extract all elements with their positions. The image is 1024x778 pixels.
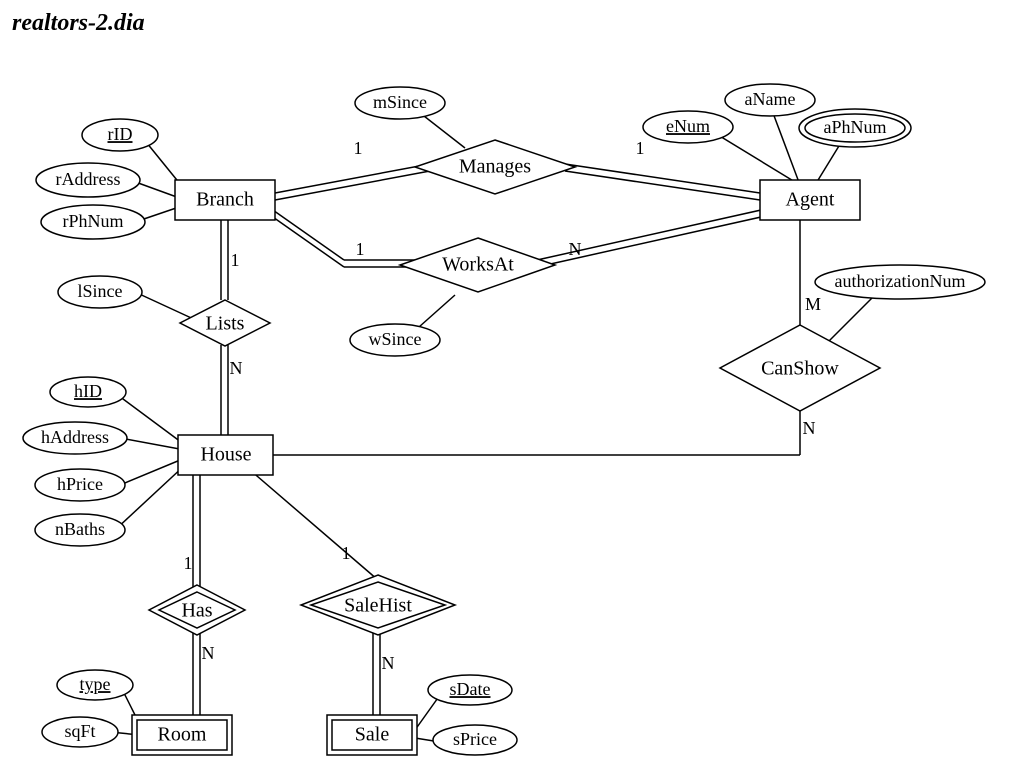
attr-eNum-label: eNum — [666, 116, 710, 136]
edge-branch-manages-2 — [275, 171, 430, 200]
edge-branch-manages-1 — [275, 164, 430, 193]
card-salehist-house: 1 — [342, 543, 351, 563]
attr-lSince-label: lSince — [78, 281, 123, 301]
attr-nBaths-label: nBaths — [55, 519, 105, 539]
card-manages-agent: 1 — [636, 138, 645, 158]
attr-hPrice-label: hPrice — [57, 474, 103, 494]
attr-type-label: type — [80, 674, 111, 694]
rel-worksat-label: WorksAt — [442, 254, 514, 276]
edge-hAddr-house — [120, 438, 185, 450]
card-lists-house: N — [230, 358, 243, 378]
rel-canshow-label: CanShow — [761, 358, 839, 380]
attr-hID-label: hID — [74, 381, 102, 401]
attr-aName-label: aName — [745, 89, 796, 109]
edge-branch-worksat-1a — [270, 208, 344, 260]
attr-wSince-label: wSince — [369, 329, 422, 349]
edge-nBaths-house — [115, 465, 185, 530]
card-worksat-agent: N — [569, 239, 582, 259]
diagram-title: realtors-2.dia — [12, 10, 145, 36]
attr-sPrice-label: sPrice — [453, 729, 497, 749]
rel-has-label: Has — [181, 600, 212, 622]
attr-sDate-label: sDate — [450, 679, 491, 699]
edge-branch-worksat-1b — [270, 215, 344, 267]
edge-sDate-sale — [415, 695, 440, 730]
attr-authNum-label: authorizationNum — [835, 271, 966, 291]
edge-hPrice-house — [120, 458, 185, 485]
entity-branch-label: Branch — [196, 189, 254, 211]
edge-manages-agent-2 — [565, 171, 760, 200]
entity-agent-label: Agent — [786, 189, 835, 211]
attr-sqFt-label: sqFt — [64, 721, 95, 741]
card-has-room: N — [202, 643, 215, 663]
card-worksat-branch: 1 — [356, 239, 365, 259]
edge-manages-agent-1 — [565, 164, 760, 193]
edge-aName-agent — [770, 105, 800, 185]
attr-aPhNum-label: aPhNum — [824, 117, 887, 137]
attr-hAddress-label: hAddress — [41, 427, 109, 447]
er-diagram: realtors-2.dia — [0, 0, 1024, 778]
entity-sale-label: Sale — [355, 724, 390, 746]
attr-rPhNum-label: rPhNum — [62, 211, 123, 231]
rel-lists-label: Lists — [206, 313, 245, 335]
rel-manages-label: Manages — [459, 156, 531, 178]
entity-house-label: House — [200, 444, 251, 466]
card-canshow-agent: M — [805, 294, 821, 314]
card-lists-branch: 1 — [231, 250, 240, 270]
attr-rAddress-label: rAddress — [56, 169, 121, 189]
attr-rID-label: rID — [108, 124, 133, 144]
edge-house-salehist — [250, 470, 378, 580]
card-manages-branch: 1 — [354, 138, 363, 158]
card-salehist-sale: N — [382, 653, 395, 673]
rel-salehist-label: SaleHist — [344, 595, 412, 617]
card-has-house: 1 — [184, 553, 193, 573]
attr-mSince-label: mSince — [373, 92, 427, 112]
card-canshow-house: N — [803, 418, 816, 438]
entity-room-label: Room — [158, 724, 207, 746]
